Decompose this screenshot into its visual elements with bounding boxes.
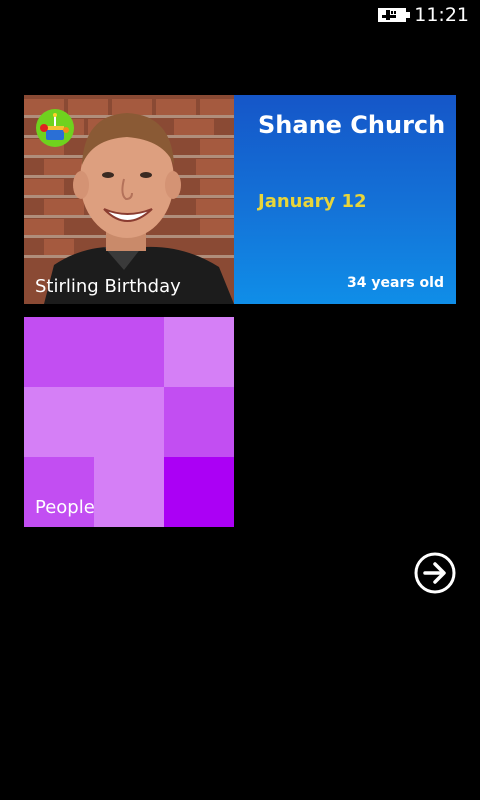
arrow-right-icon	[414, 552, 456, 594]
birthday-info-panel: Shane Church January 12 34 years old	[234, 95, 456, 304]
contact-name: Shane Church	[258, 111, 446, 139]
mosaic-cell	[164, 387, 234, 457]
battery-charging-icon	[378, 8, 410, 22]
mosaic-cell	[24, 387, 164, 457]
contact-age: 34 years old	[347, 275, 444, 291]
birthday-date: January 12	[258, 191, 367, 212]
contact-photo: Stirling Birthday	[24, 95, 234, 304]
mosaic-cell	[94, 457, 164, 527]
status-bar: 11:21	[0, 0, 480, 32]
clock: 11:21	[414, 4, 469, 26]
birthday-live-tile[interactable]: Stirling Birthday Shane Church January 1…	[24, 95, 456, 304]
tile-caption: Stirling Birthday	[35, 276, 181, 297]
cake-app-icon	[36, 109, 74, 147]
mosaic-cell	[24, 317, 164, 387]
mosaic-cell	[164, 457, 234, 527]
people-label: People	[35, 497, 95, 518]
expand-tiles-button[interactable]	[414, 552, 456, 594]
people-live-tile[interactable]: People	[24, 317, 234, 527]
mosaic-cell	[164, 317, 234, 387]
